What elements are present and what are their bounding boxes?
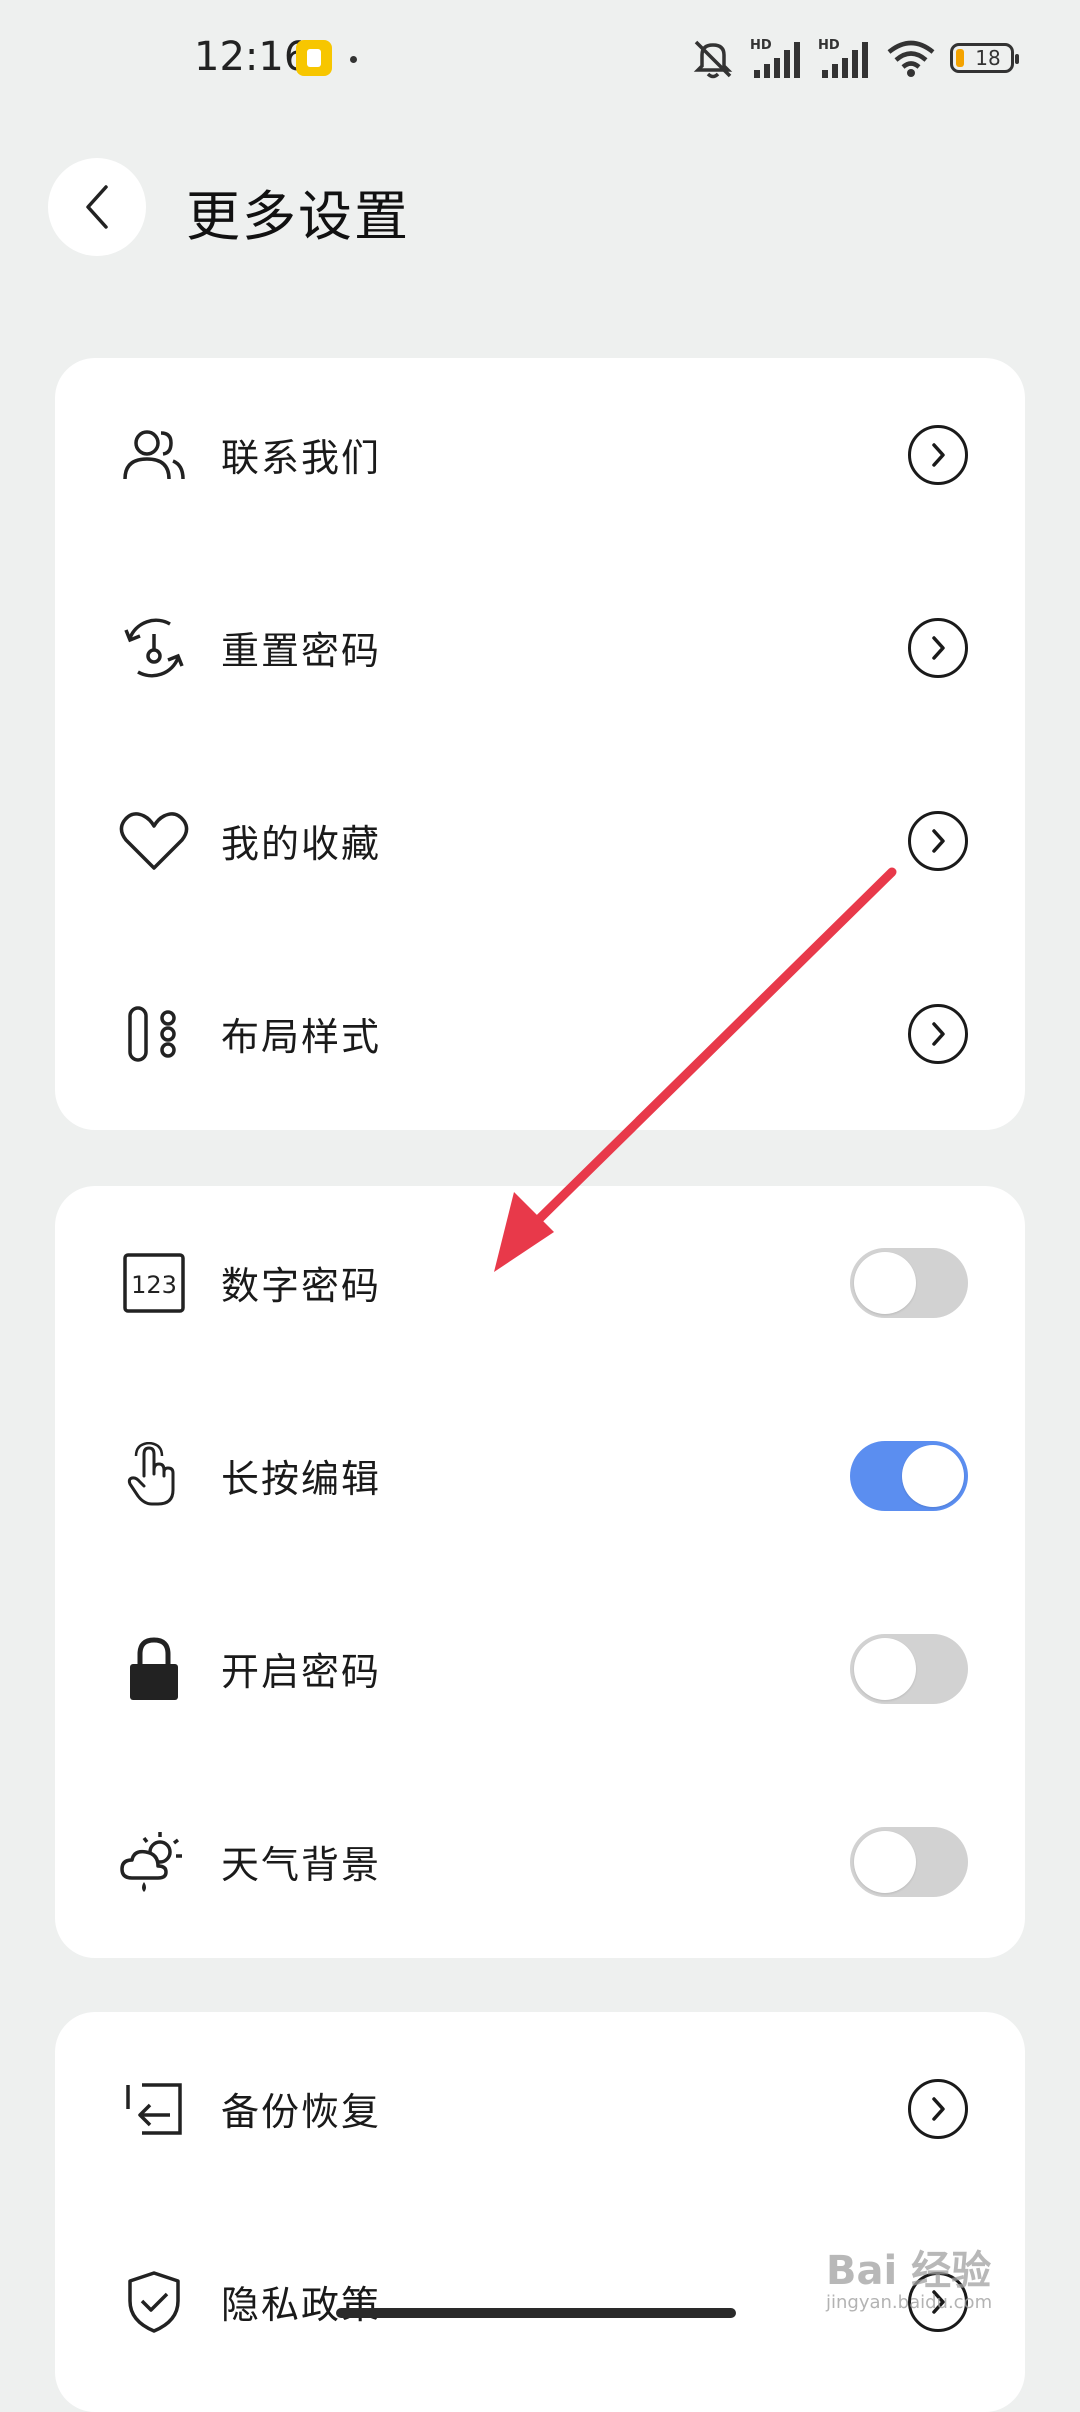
- hd-label-1: HD: [750, 38, 772, 53]
- weather-background-toggle[interactable]: [850, 1826, 968, 1897]
- contact-us-row[interactable]: 联系我们: [55, 358, 1025, 551]
- battery-icon: 18: [950, 43, 1019, 73]
- chevron-right-icon: [908, 1003, 968, 1064]
- chevron-right-icon: [908, 810, 968, 871]
- number-password-row: 123 数字密码: [55, 1186, 1025, 1379]
- svg-text:123: 123: [131, 1271, 177, 1299]
- lock-icon: [118, 1633, 190, 1705]
- battery-level: 18: [975, 46, 1001, 70]
- settings-card-links: 联系我们 重置密码 我的收藏 布局样式: [55, 358, 1025, 1130]
- watermark-url: jingyan.baidu.com: [826, 2292, 993, 2313]
- row-label: 天气背景: [221, 1843, 382, 1887]
- notification-app-icon: [296, 40, 332, 76]
- signal-hd-icon-2: HD: [818, 38, 868, 78]
- watermark-brand: Bai 经验: [826, 2248, 992, 2294]
- row-label: 联系我们: [221, 436, 382, 480]
- status-bar: 12:16 HD HD 18: [0, 0, 1080, 120]
- contacts-icon: [118, 419, 190, 491]
- number-password-toggle[interactable]: [850, 1247, 968, 1318]
- chevron-right-icon: [908, 424, 968, 485]
- number-password-icon: 123: [118, 1247, 190, 1319]
- row-label: 隐私政策: [221, 2283, 382, 2327]
- layout-style-row[interactable]: 布局样式: [55, 937, 1025, 1130]
- signal-hd-icon: HD: [750, 38, 800, 78]
- status-icons: HD HD 18: [690, 36, 1019, 80]
- chevron-left-icon: [86, 185, 108, 229]
- reset-password-row[interactable]: 重置密码: [55, 551, 1025, 744]
- row-label: 长按编辑: [221, 1457, 382, 1501]
- enable-password-toggle[interactable]: [850, 1633, 968, 1704]
- settings-card-other: 备份恢复 隐私政策: [55, 2012, 1025, 2412]
- back-button[interactable]: [48, 158, 146, 256]
- row-label: 重置密码: [221, 629, 382, 673]
- row-label: 我的收藏: [221, 822, 382, 866]
- reset-password-icon: [118, 612, 190, 684]
- page-title: 更多设置: [186, 185, 410, 248]
- row-label: 开启密码: [221, 1650, 382, 1694]
- row-label: 数字密码: [221, 1264, 382, 1308]
- watermark: Bai 经验 jingyan.baidu.com: [826, 2238, 992, 2313]
- row-label: 备份恢复: [221, 2090, 382, 2134]
- layout-icon: [118, 998, 190, 1070]
- long-press-edit-row: 长按编辑: [55, 1379, 1025, 1572]
- backup-restore-row[interactable]: 备份恢复: [55, 2012, 1025, 2205]
- home-indicator: [336, 2308, 736, 2318]
- mute-bell-icon: [693, 40, 733, 79]
- settings-card-toggles: 123 数字密码 长按编辑 开启密码 天气背景: [55, 1186, 1025, 1958]
- notification-dot: [350, 56, 357, 63]
- chevron-right-icon: [908, 2078, 968, 2139]
- status-time: 12:16: [194, 34, 310, 80]
- wifi-icon: [887, 40, 935, 77]
- shield-icon: [118, 2266, 190, 2338]
- long-press-icon: [118, 1440, 190, 1512]
- row-label: 布局样式: [221, 1015, 382, 1059]
- weather-background-row: 天气背景: [55, 1765, 1025, 1958]
- weather-icon: [118, 1826, 190, 1898]
- chevron-right-icon: [908, 617, 968, 678]
- backup-icon: [118, 2073, 190, 2145]
- my-favorites-row[interactable]: 我的收藏: [55, 744, 1025, 937]
- hd-label-2: HD: [818, 38, 840, 53]
- enable-password-row: 开启密码: [55, 1572, 1025, 1765]
- heart-icon: [118, 805, 190, 877]
- long-press-edit-toggle[interactable]: [850, 1440, 968, 1511]
- annotation-arrow: [494, 867, 897, 1272]
